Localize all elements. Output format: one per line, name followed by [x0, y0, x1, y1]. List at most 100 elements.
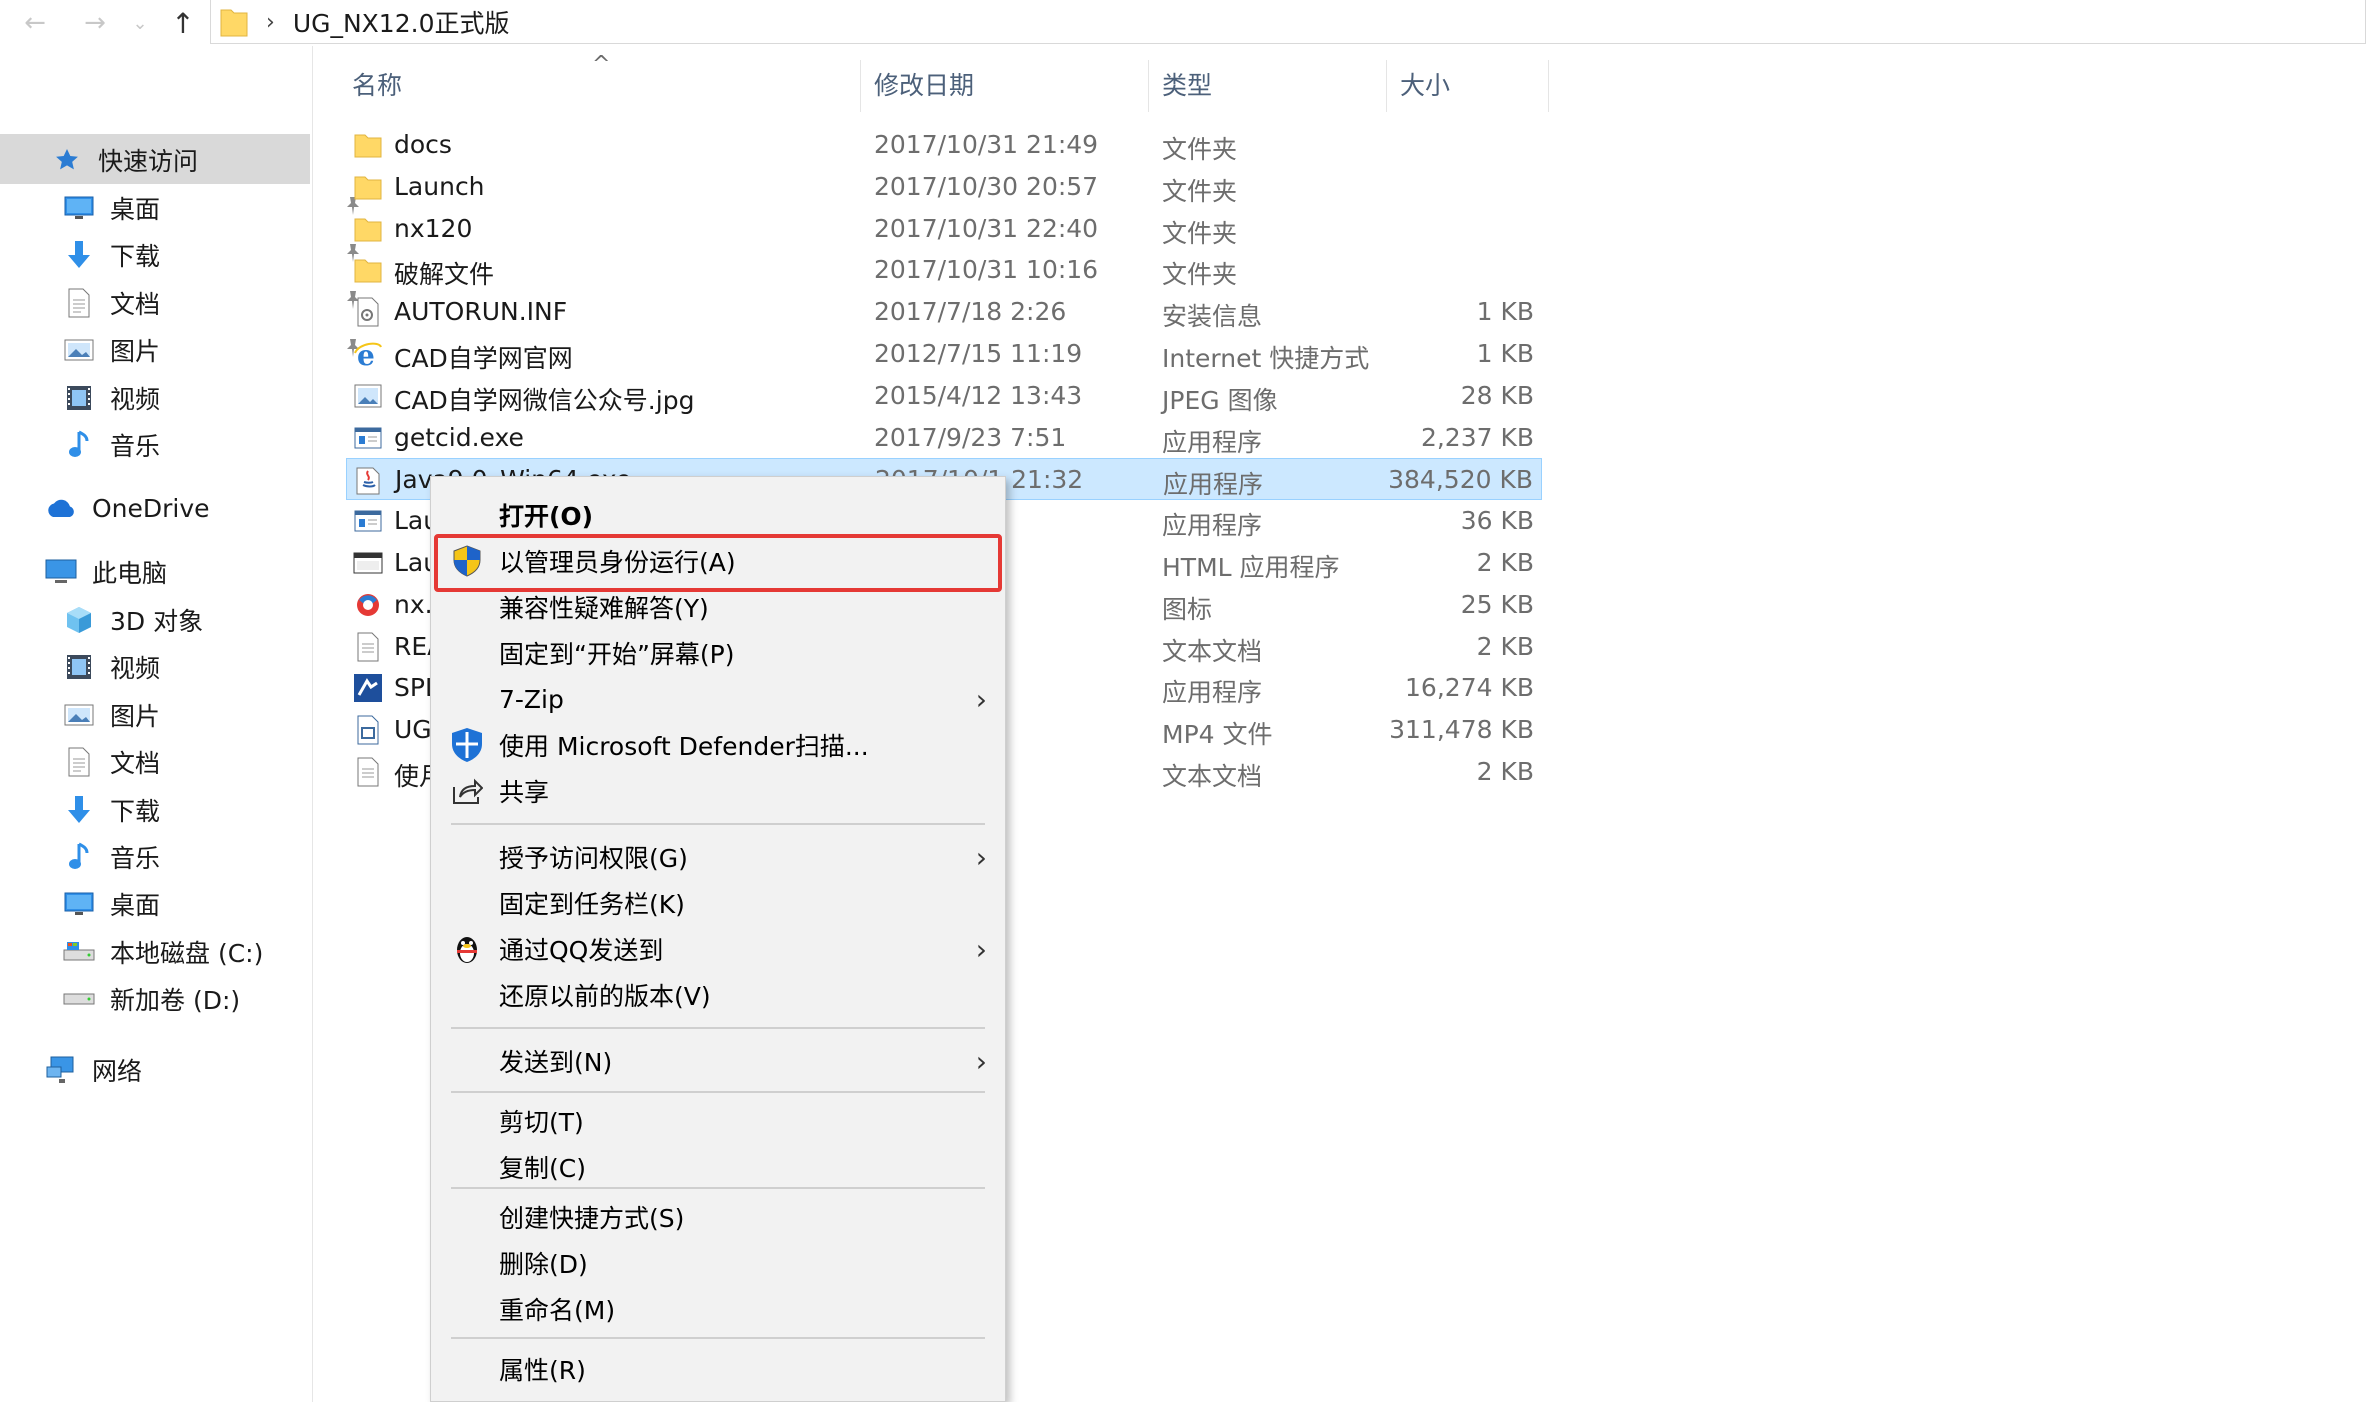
menu-create-shortcut[interactable]: 创建快捷方式(S): [431, 1195, 1005, 1239]
menu-pin-to-start[interactable]: 固定到“开始”屏幕(P): [431, 631, 1005, 675]
nav-item[interactable]: 下载: [62, 233, 359, 277]
breadcrumb-folder[interactable]: UG_NX12.0正式版: [293, 4, 510, 40]
menu-delete[interactable]: 删除(D): [431, 1241, 1005, 1285]
forward-button[interactable]: →: [78, 6, 112, 40]
column-divider[interactable]: [1386, 60, 1387, 112]
desktop-icon: [62, 191, 96, 225]
menu-copy[interactable]: 复制(C): [431, 1145, 1005, 1189]
nav-item[interactable]: 桌面: [62, 186, 359, 230]
menu-send-via-qq[interactable]: 通过QQ发送到 ›: [431, 927, 1005, 971]
computer-icon: [44, 555, 78, 589]
nav-label: 3D 对象: [110, 607, 204, 636]
up-button[interactable]: ↑: [166, 6, 200, 40]
column-header-size[interactable]: 大小: [1400, 54, 1450, 114]
file-row[interactable]: e CAD自学网官网 2012/7/15 11:19 Internet 快捷方式 1 K…: [346, 333, 1542, 375]
nav-item[interactable]: 文档: [62, 740, 160, 784]
menu-share[interactable]: 共享: [431, 769, 1005, 813]
file-row[interactable]: 破解文件 2017/10/31 10:16 文件夹: [346, 249, 1542, 291]
nav-label: 音乐: [110, 844, 161, 873]
file-date: 2017/10/30 20:57: [874, 171, 1099, 201]
java-file-icon: [353, 464, 385, 496]
file-type: 文件夹: [1162, 135, 1238, 164]
nav-quick-access[interactable]: 快速访问: [50, 138, 198, 182]
menu-cut[interactable]: 剪切(T): [431, 1099, 1005, 1143]
nav-item[interactable]: 新加卷 (D:): [62, 977, 240, 1021]
column-header-type[interactable]: 类型: [1162, 54, 1212, 114]
breadcrumb-separator[interactable]: ›: [266, 10, 275, 35]
document-icon: [62, 286, 96, 320]
chevron-right-icon: ›: [975, 682, 987, 716]
nav-item[interactable]: 视频: [62, 645, 160, 689]
file-type: MP4 文件: [1162, 720, 1273, 750]
address-box[interactable]: [210, 0, 2366, 44]
file-type: 安装信息: [1162, 302, 1263, 332]
breadcrumb[interactable]: › UG_NX12.0正式版: [220, 4, 509, 40]
music-icon: [62, 840, 96, 874]
nav-item[interactable]: 音乐: [62, 423, 160, 467]
file-name: UG: [394, 715, 432, 745]
file-size: 16,274 KB: [1405, 673, 1534, 703]
nav-item[interactable]: 3D 对象: [62, 598, 203, 642]
menu-open[interactable]: 打开(O): [431, 493, 1005, 537]
nav-item[interactable]: 视频: [62, 376, 160, 420]
nav-item[interactable]: 音乐: [62, 835, 160, 879]
file-row[interactable]: CAD自学网微信公众号.jpg 2015/4/12 13:43 JPEG 图像 28 …: [346, 375, 1542, 417]
sort-ascending-icon: ^: [592, 52, 611, 77]
menu-rename[interactable]: 重命名(M): [431, 1287, 1005, 1331]
address-bar: ← → ⌄ ↑ › UG_NX12.0正式版: [0, 0, 2366, 46]
nav-label: 视频: [110, 654, 161, 684]
nav-item[interactable]: 图片: [62, 693, 160, 737]
menu-restore-previous-versions[interactable]: 还原以前的版本(V): [431, 973, 1005, 1017]
nav-item[interactable]: 下载: [62, 788, 160, 832]
menu-properties[interactable]: 属性(R): [431, 1347, 1005, 1391]
nav-label: OneDrive: [92, 493, 210, 523]
column-header-date[interactable]: 修改日期: [874, 54, 974, 114]
nav-label: 此电脑: [92, 559, 168, 588]
nav-label: 视频: [110, 384, 161, 414]
folder-file-icon: [352, 129, 384, 161]
file-type: 文件夹: [1162, 260, 1238, 290]
column-divider[interactable]: [1148, 60, 1149, 112]
nav-label: 本地磁盘 (C:): [110, 938, 264, 968]
menu-label: 授予访问权限(G): [499, 844, 688, 873]
file-row[interactable]: AUTORUN.INF 2017/7/18 2:26 安装信息 1 KB: [346, 291, 1542, 333]
column-divider[interactable]: [1548, 60, 1549, 112]
network-icon: [44, 1053, 78, 1087]
nav-network[interactable]: 网络: [44, 1048, 142, 1092]
column-header-name[interactable]: 名称: [352, 54, 402, 114]
annotation-highlight-box: [434, 534, 1002, 592]
recent-locations-button[interactable]: ⌄: [128, 6, 152, 40]
video-icon: [62, 650, 96, 684]
download-icon: [62, 238, 96, 272]
back-button[interactable]: ←: [18, 6, 52, 40]
chevron-right-icon: ›: [975, 932, 987, 966]
nav-label: 文档: [110, 749, 161, 779]
menu-pin-to-taskbar[interactable]: 固定到任务栏(K): [431, 881, 1005, 925]
navigation-pane: 快速访问 桌面 下载 文档 图片 视频 音乐 OneDrive 此电脑 3D 对象 视频 图片…: [0, 46, 359, 1402]
menu-label: 重命名(M): [499, 1296, 616, 1325]
menu-defender-scan[interactable]: 使用 Microsoft Defender扫描...: [431, 723, 1005, 767]
file-row[interactable]: docs 2017/10/31 21:49 文件夹: [346, 124, 1542, 166]
file-row[interactable]: getcid.exe 2017/9/23 7:51 应用程序 2,237 KB: [346, 417, 1542, 459]
file-name: 破解文件: [394, 260, 495, 290]
menu-separator: [451, 823, 985, 825]
menu-label: 固定到“开始”屏幕(P): [499, 640, 735, 669]
nav-onedrive[interactable]: OneDrive: [44, 486, 210, 530]
file-row[interactable]: Launch 2017/10/30 20:57 文件夹: [346, 166, 1542, 208]
file-type: 应用程序: [1163, 470, 1264, 500]
menu-label: 复制(C): [499, 1154, 586, 1183]
menu-7zip[interactable]: 7-Zip ›: [431, 677, 1005, 721]
nav-this-pc[interactable]: 此电脑: [44, 550, 167, 594]
file-row[interactable]: nx120 2017/10/31 22:40 文件夹: [346, 208, 1542, 250]
column-divider[interactable]: [860, 60, 861, 112]
folder-icon: [220, 6, 248, 38]
menu-give-access[interactable]: 授予访问权限(G) ›: [431, 835, 1005, 879]
exe-file-icon: [352, 422, 384, 454]
nav-item[interactable]: 本地磁盘 (C:): [62, 930, 263, 974]
nav-item[interactable]: 文档: [62, 281, 359, 325]
menu-send-to[interactable]: 发送到(N) ›: [431, 1039, 1005, 1083]
file-size: 1 KB: [1476, 297, 1534, 327]
ico-file-icon: [352, 589, 384, 621]
nav-item[interactable]: 图片: [62, 328, 359, 372]
nav-item[interactable]: 桌面: [62, 882, 160, 926]
